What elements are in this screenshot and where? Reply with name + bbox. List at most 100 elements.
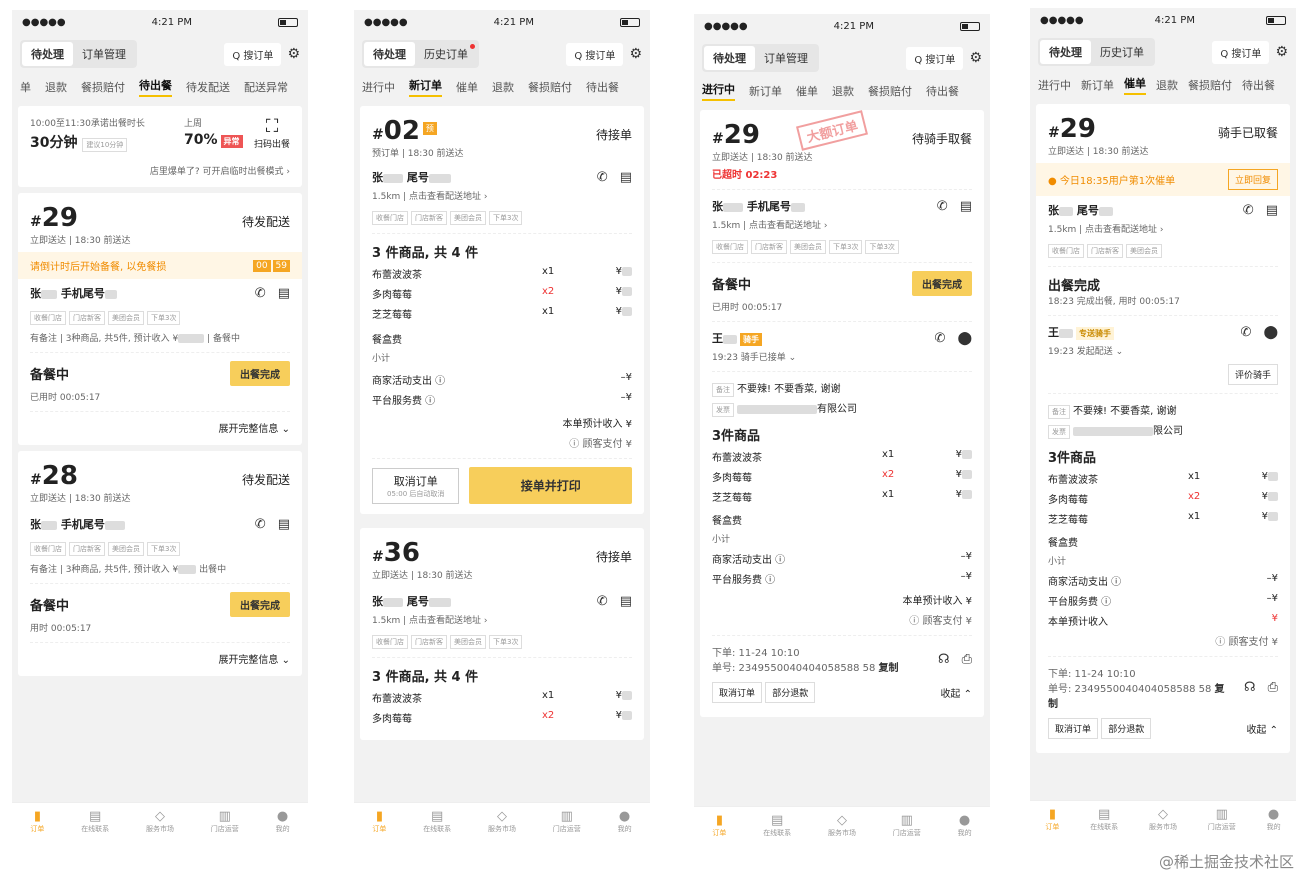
location-icon[interactable]: ⬤: [1263, 325, 1278, 340]
collapse-link[interactable]: 收起 ⌃: [940, 685, 972, 700]
expand-link[interactable]: 展开完整信息 ⌄: [30, 420, 290, 435]
tab-5[interactable]: 配送异常: [244, 79, 288, 95]
tab-5[interactable]: 待出餐: [1242, 77, 1275, 93]
tab-0[interactable]: 单: [20, 79, 31, 95]
meal-done-button[interactable]: 出餐完成: [912, 271, 972, 296]
meal-done-button[interactable]: 出餐完成: [230, 592, 290, 617]
print-icon[interactable]: ⎙: [962, 652, 972, 667]
nav-contact[interactable]: ▤ 在线联系: [423, 809, 451, 834]
nav-contact[interactable]: ▤ 在线联系: [1090, 807, 1118, 832]
chat-icon[interactable]: ▤: [278, 517, 290, 532]
tab-history[interactable]: 历史订单: [1091, 40, 1153, 64]
tab-4[interactable]: 餐损赔付: [868, 83, 912, 99]
phone-icon[interactable]: ✆: [255, 286, 266, 301]
reply-button[interactable]: 立即回复: [1227, 169, 1278, 190]
chat-icon[interactable]: ▤: [620, 170, 632, 185]
tab-3[interactable]: 退款: [492, 79, 514, 95]
copy-button[interactable]: 复制: [879, 663, 899, 674]
scan-button[interactable]: ⛶ 扫码出餐: [254, 116, 290, 150]
search-input[interactable]: Q 搜订单: [566, 42, 624, 66]
headset-icon[interactable]: ☊: [938, 652, 950, 667]
tab-pending[interactable]: 待处理: [1040, 40, 1091, 64]
accept-print-button[interactable]: 接单并打印: [469, 467, 632, 504]
tab-2[interactable]: 催单: [456, 79, 478, 95]
nav-store[interactable]: ▥ 门店运营: [553, 809, 581, 834]
tab-4[interactable]: 待发配送: [186, 79, 230, 95]
chart-icon: ▥: [1215, 807, 1228, 822]
tab-0[interactable]: 进行中: [362, 79, 395, 95]
tab-3[interactable]: 退款: [1156, 77, 1178, 93]
nav-contact[interactable]: ▤ 在线联系: [81, 809, 109, 834]
nav-market[interactable]: ◇ 服务市场: [488, 809, 516, 834]
tab-4[interactable]: 餐损赔付: [528, 79, 572, 95]
cancel-order-button[interactable]: 取消订单: [712, 682, 763, 703]
phone-icon[interactable]: ✆: [255, 517, 266, 532]
partial-refund-button[interactable]: 部分退款: [1101, 718, 1152, 739]
tab-1[interactable]: 新订单: [409, 77, 442, 97]
chat-icon[interactable]: ▤: [1266, 203, 1278, 218]
phone-icon[interactable]: ✆: [1243, 203, 1254, 218]
search-input[interactable]: Q 搜订单: [224, 42, 282, 66]
rate-rider-button[interactable]: 评价骑手: [1227, 364, 1278, 385]
phone-icon[interactable]: ✆: [597, 594, 608, 609]
location-icon[interactable]: ⬤: [957, 331, 972, 346]
cancel-order-button[interactable]: 取消订单: [1048, 718, 1099, 739]
phone-icon[interactable]: ✆: [937, 199, 948, 214]
tab-5[interactable]: 待出餐: [586, 79, 619, 95]
gear-icon[interactable]: ⚙: [287, 46, 300, 62]
tab-orders[interactable]: 订单管理: [755, 46, 817, 70]
tab-4[interactable]: 餐损赔付: [1188, 77, 1232, 93]
nav-market[interactable]: ◇ 服务市场: [146, 809, 174, 834]
gear-icon[interactable]: ⚙: [969, 50, 982, 66]
nav-me[interactable]: ● 我的: [276, 809, 290, 834]
chat-icon[interactable]: ▤: [620, 594, 632, 609]
tab-3[interactable]: 退款: [832, 83, 854, 99]
tab-2[interactable]: 催单: [1124, 75, 1146, 95]
partial-refund-button[interactable]: 部分退款: [765, 682, 816, 703]
phone-icon[interactable]: ✆: [935, 331, 946, 346]
nav-orders[interactable]: ▮ 订单: [30, 809, 44, 834]
nav-market[interactable]: ◇ 服务市场: [1149, 807, 1177, 832]
collapse-link[interactable]: 收起 ⌃: [1246, 721, 1278, 736]
tab-1[interactable]: 新订单: [749, 83, 782, 99]
nav-orders[interactable]: ▮ 订单: [712, 813, 726, 838]
nav-market[interactable]: ◇ 服务市场: [828, 813, 856, 838]
nav-store[interactable]: ▥ 门店运营: [1208, 807, 1236, 832]
phone-icon[interactable]: ✆: [597, 170, 608, 185]
nav-store[interactable]: ▥ 门店运营: [211, 809, 239, 834]
tab-2[interactable]: 餐损赔付: [81, 79, 125, 95]
headset-icon[interactable]: ☊: [1244, 680, 1256, 695]
tab-1[interactable]: 新订单: [1081, 77, 1114, 93]
nav-me[interactable]: ● 我的: [618, 809, 632, 834]
busy-link[interactable]: 店里爆单了? 可开启临时出餐模式 ›: [30, 164, 290, 177]
nav-orders[interactable]: ▮ 订单: [372, 809, 386, 834]
phone-icon[interactable]: ✆: [1241, 325, 1252, 340]
cancel-order-button[interactable]: 取消订单 05:00 后自动取消: [372, 467, 460, 504]
nav-store[interactable]: ▥ 门店运营: [893, 813, 921, 838]
nav-me[interactable]: ● 我的: [1267, 807, 1281, 832]
tab-orders[interactable]: 订单管理: [73, 42, 135, 66]
tab-pending[interactable]: 待处理: [22, 42, 73, 66]
search-input[interactable]: Q 搜订单: [906, 46, 964, 70]
tab-0[interactable]: 进行中: [1038, 77, 1071, 93]
tab-5[interactable]: 待出餐: [926, 83, 959, 99]
chat-icon[interactable]: ▤: [278, 286, 290, 301]
nav-contact[interactable]: ▤ 在线联系: [763, 813, 791, 838]
nav-me[interactable]: ● 我的: [958, 813, 972, 838]
tab-2[interactable]: 催单: [796, 83, 818, 99]
tab-history[interactable]: 历史订单: [415, 42, 477, 66]
tab-pending[interactable]: 待处理: [364, 42, 415, 66]
print-icon[interactable]: ⎙: [1268, 680, 1278, 695]
chat-icon[interactable]: ▤: [960, 199, 972, 214]
expand-link[interactable]: 展开完整信息 ⌄: [30, 651, 290, 666]
tab-3[interactable]: 待出餐: [139, 77, 172, 97]
search-input[interactable]: Q 搜订单: [1212, 40, 1270, 64]
meal-done-button[interactable]: 出餐完成: [230, 361, 290, 386]
gear-icon[interactable]: ⚙: [629, 46, 642, 62]
tab-0[interactable]: 进行中: [702, 81, 735, 101]
gear-icon[interactable]: ⚙: [1275, 44, 1288, 60]
nav-orders[interactable]: ▮ 订单: [1045, 807, 1059, 832]
status-bar: ●●●●● 4:21 PM: [694, 14, 990, 38]
tab-pending[interactable]: 待处理: [704, 46, 755, 70]
tab-1[interactable]: 退款: [45, 79, 67, 95]
